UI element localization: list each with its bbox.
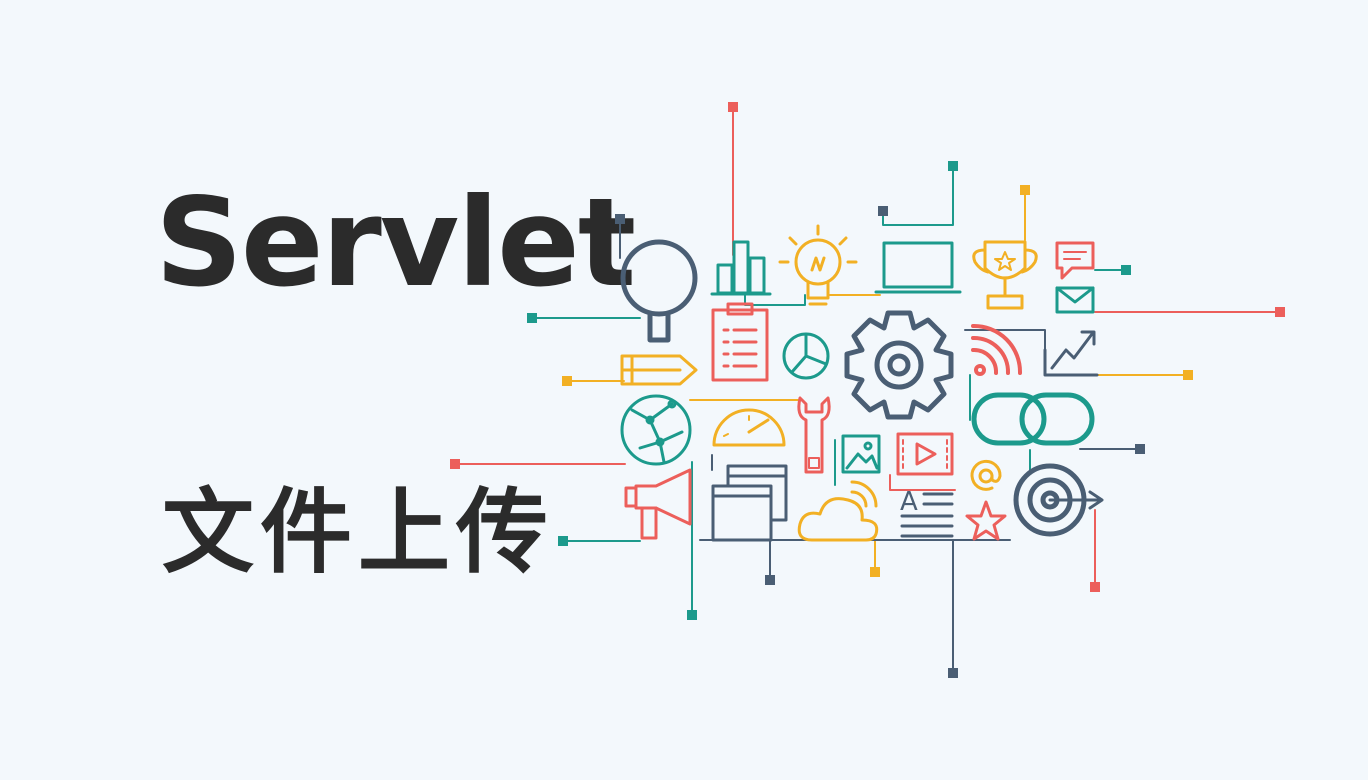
connector-endpoints [450,102,1285,678]
pencil-icon [622,356,696,384]
wrench-icon [799,398,829,472]
at-sign-icon [972,461,1000,489]
pie-chart-icon [784,334,828,378]
tech-icon-illustration: A [450,102,1285,678]
chain-link-icon [974,395,1092,443]
gear-icon [847,313,951,417]
speedometer-icon [714,410,784,445]
cloud-wifi-icon [799,482,877,540]
chat-bubble-icon [1057,243,1093,278]
image-icon [843,436,879,472]
text-document-icon: A [900,487,952,536]
lightbulb-icon [780,226,856,304]
envelope-icon [1057,288,1093,312]
connector-lines [455,107,1280,673]
magnifier-icon [623,242,695,340]
laptop-icon [876,243,960,292]
trophy-icon [974,242,1037,308]
text-document-letter: A [900,487,918,517]
growth-chart-icon [1045,332,1097,375]
rss-icon [973,326,1020,374]
clipboard-icon [713,304,767,380]
target-icon [1016,466,1102,534]
globe-network-icon [622,396,690,464]
bar-chart-icon [712,242,770,294]
star-icon [967,502,1005,539]
megaphone-icon [626,470,690,538]
windows-icon [713,466,786,540]
video-icon [898,434,952,474]
